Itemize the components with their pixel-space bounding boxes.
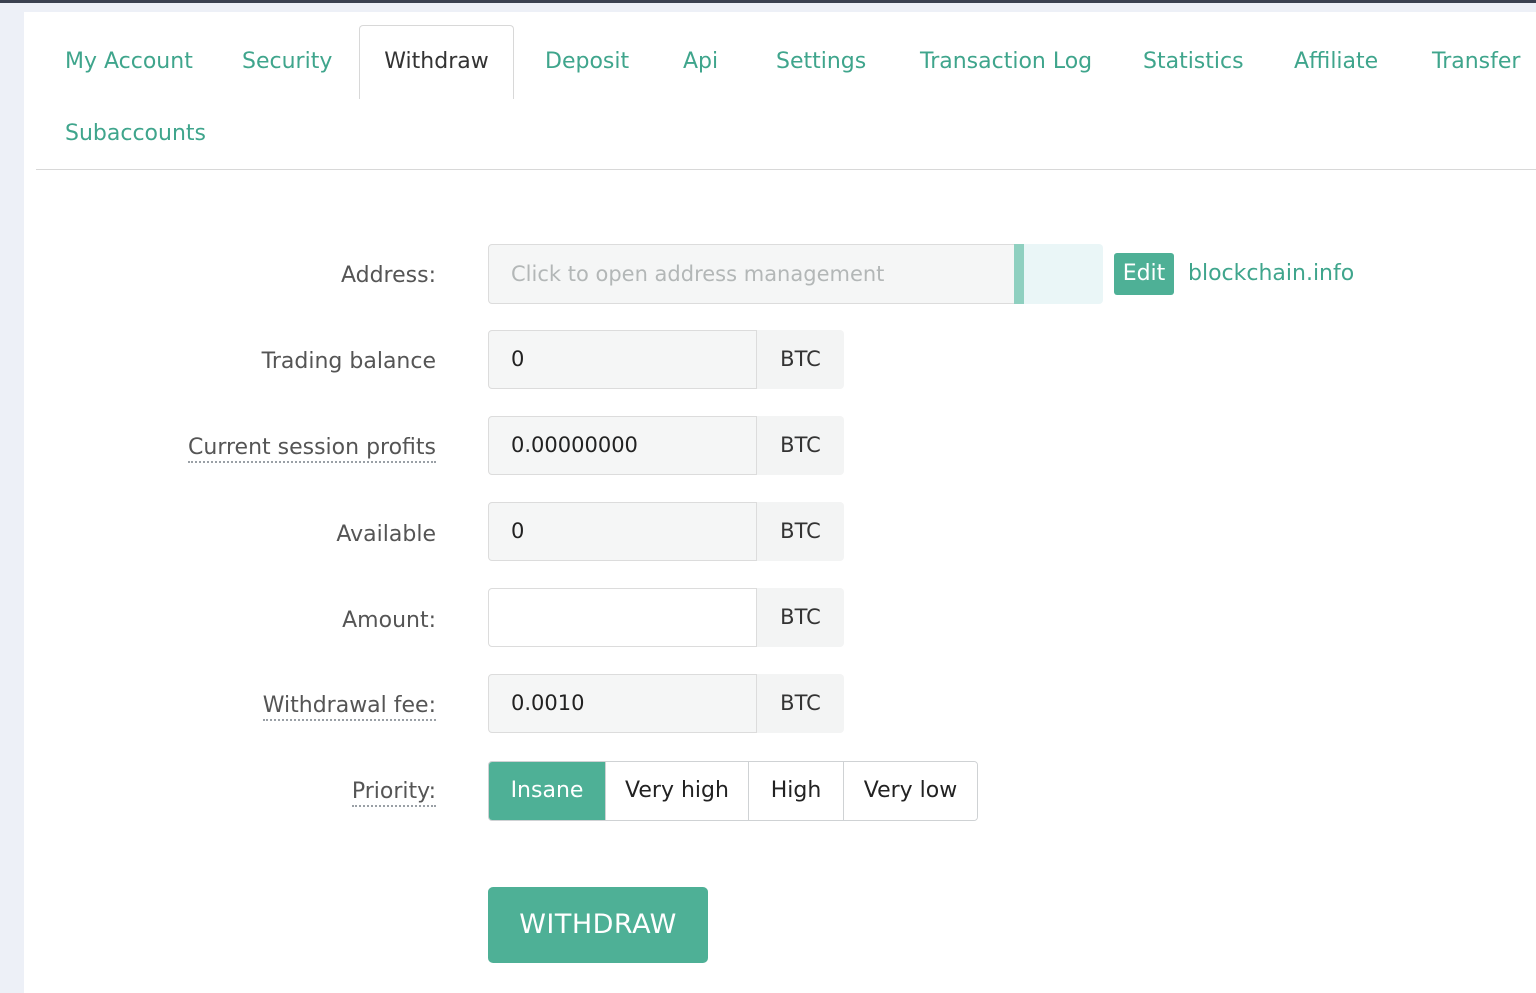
address-label: Address:	[340, 263, 436, 288]
available-currency: BTC	[757, 502, 844, 561]
withdraw-button[interactable]: WITHDRAW	[488, 887, 708, 963]
tab-deposit[interactable]: Deposit	[545, 48, 629, 76]
amount-input[interactable]	[488, 588, 757, 647]
amount-label: Amount:	[342, 608, 436, 633]
edit-address-button[interactable]: Edit	[1114, 253, 1174, 295]
withdrawal-fee-field: 0.0010	[488, 674, 757, 733]
trading-balance-label: Trading balance	[261, 349, 436, 374]
tab-security[interactable]: Security	[242, 48, 332, 76]
withdrawal-fee-currency: BTC	[757, 674, 844, 733]
tab-subaccounts[interactable]: Subaccounts	[65, 120, 206, 148]
amount-currency: BTC	[757, 588, 844, 647]
session-profits-field: 0.00000000	[488, 416, 757, 475]
session-profits-label[interactable]: Current session profits	[188, 435, 436, 463]
window-top-border	[0, 0, 1536, 3]
address-input-addon[interactable]	[1024, 244, 1103, 304]
tab-transaction-log[interactable]: Transaction Log	[920, 48, 1092, 76]
withdrawal-fee-label[interactable]: Withdrawal fee:	[262, 693, 436, 721]
tab-affiliate[interactable]: Affiliate	[1294, 48, 1378, 76]
account-tabs: My Account Security Withdraw Deposit Api…	[24, 12, 1536, 170]
tab-transfer[interactable]: Transfer	[1432, 48, 1520, 76]
tab-settings[interactable]: Settings	[776, 48, 866, 76]
blockchain-explorer-link[interactable]: blockchain.info	[1188, 260, 1354, 288]
tabs-divider	[36, 169, 1536, 170]
available-field: 0	[488, 502, 757, 561]
trading-balance-field: 0	[488, 330, 757, 389]
tab-my-account[interactable]: My Account	[65, 48, 193, 76]
priority-very-high-button[interactable]: Very high	[605, 762, 748, 820]
priority-very-low-button[interactable]: Very low	[843, 762, 977, 820]
tab-statistics[interactable]: Statistics	[1143, 48, 1244, 76]
tab-api[interactable]: Api	[683, 48, 718, 76]
priority-button-group: Insane Very high High Very low	[488, 761, 978, 821]
trading-balance-currency: BTC	[757, 330, 844, 389]
available-label: Available	[336, 522, 436, 547]
priority-insane-button[interactable]: Insane	[489, 762, 605, 820]
tab-withdraw[interactable]: Withdraw	[359, 25, 514, 99]
session-profits-currency: BTC	[757, 416, 844, 475]
address-input[interactable]: Click to open address management	[488, 244, 1025, 304]
address-input-scroll-indicator	[1014, 244, 1024, 304]
account-panel: My Account Security Withdraw Deposit Api…	[24, 12, 1536, 993]
priority-high-button[interactable]: High	[748, 762, 843, 820]
priority-label[interactable]: Priority:	[351, 779, 436, 807]
